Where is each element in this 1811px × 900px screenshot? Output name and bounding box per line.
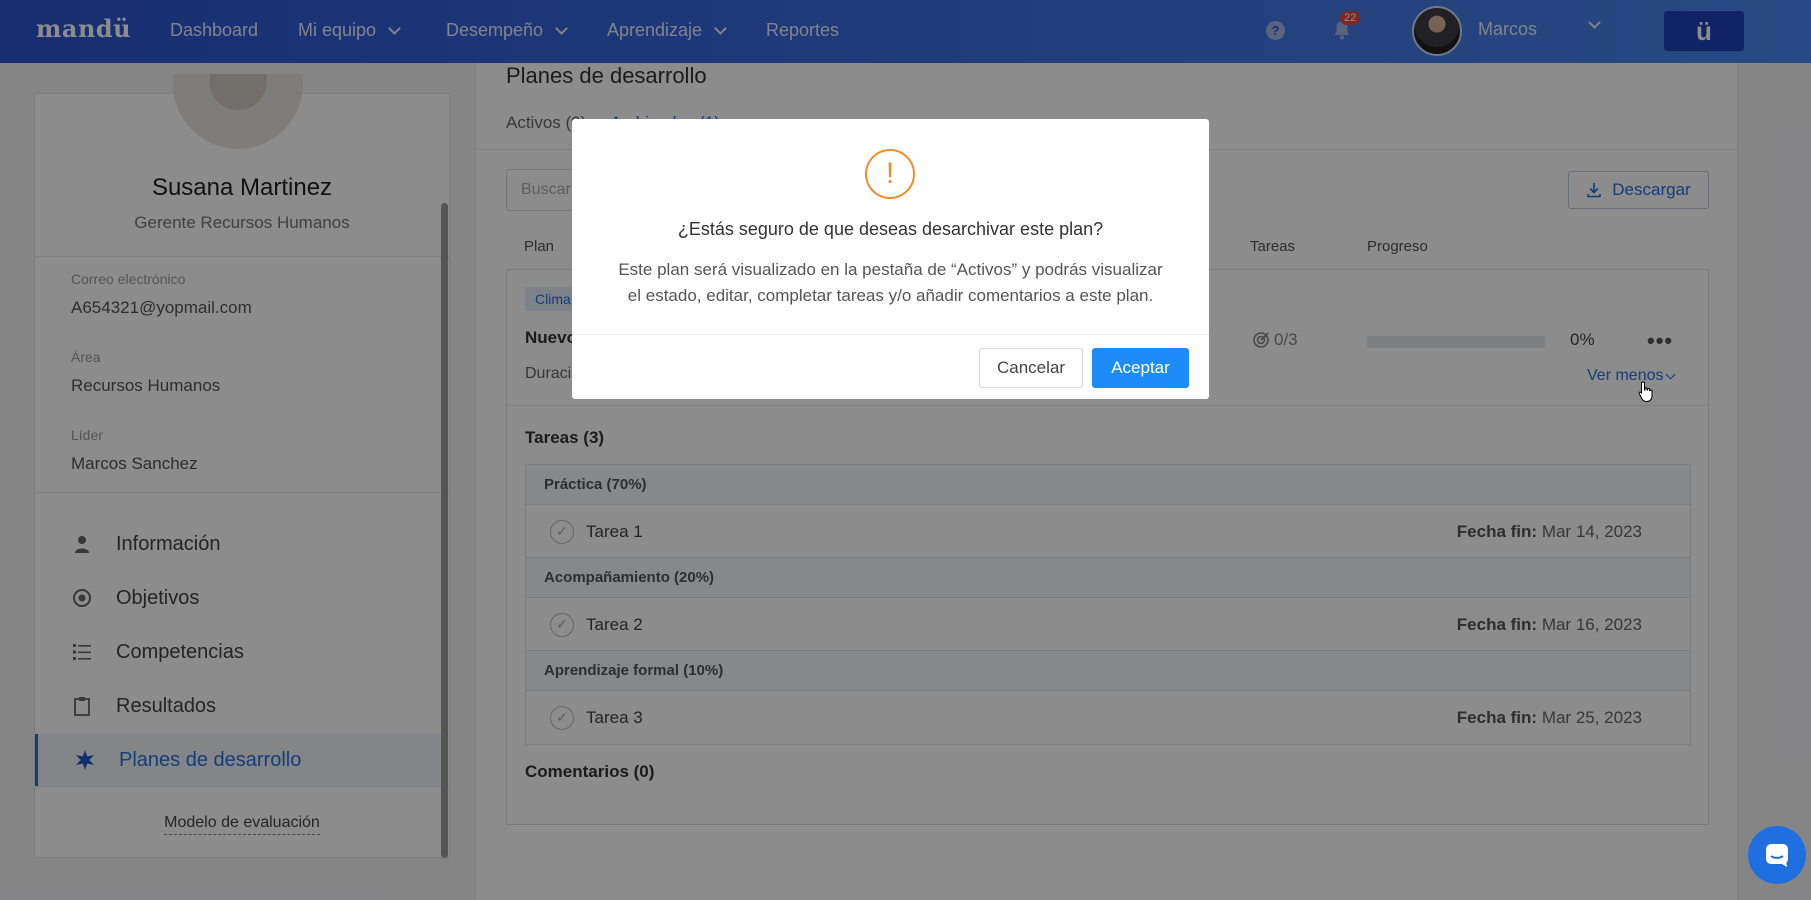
confirm-dialog: ! ¿Estás seguro de que deseas desarchiva… — [572, 119, 1209, 399]
hand-cursor-icon — [1638, 381, 1653, 402]
cancel-button[interactable]: Cancelar — [979, 348, 1083, 388]
divider — [572, 334, 1209, 335]
dialog-body: Este plan será visualizado en la pestaña… — [618, 260, 1163, 305]
chat-launcher-button[interactable] — [1748, 826, 1806, 884]
warning-icon: ! — [865, 149, 915, 199]
dialog-title: ¿Estás seguro de que deseas desarchivar … — [677, 219, 1104, 239]
accept-button[interactable]: Aceptar — [1092, 348, 1189, 388]
chat-icon — [1766, 844, 1788, 867]
